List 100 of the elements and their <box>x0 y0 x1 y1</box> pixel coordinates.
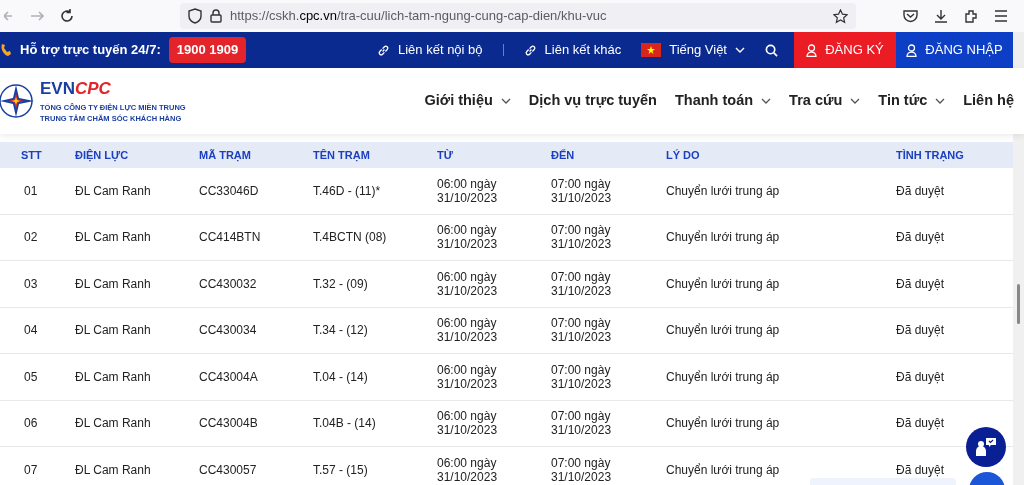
phone-icon <box>0 43 12 57</box>
table-cell-text: 07:00 ngày 31/10/2023 <box>551 176 613 205</box>
hotline-badge[interactable]: 1900 1909 <box>168 37 247 63</box>
table-cell-text: 06:00 ngày 31/10/2023 <box>437 455 499 484</box>
table-cell-text: Đã duyệt <box>896 368 945 386</box>
link-icon <box>377 43 390 57</box>
table-cell-text: ĐL Cam Ranh <box>75 415 152 433</box>
link-icon <box>523 43 537 57</box>
table-cell-text: 07 <box>23 461 39 479</box>
reload-icon[interactable] <box>60 9 74 23</box>
user-icon <box>806 43 818 57</box>
support-label: Hỗ trợ trực tuyến 24/7: <box>20 41 161 60</box>
table-cell-text: 07:00 ngày 31/10/2023 <box>551 269 613 298</box>
language-selector[interactable]: Tiếng Việt <box>641 40 745 60</box>
column-header: MÃ TRẠM <box>199 147 252 164</box>
table-cell-text: 07:00 ngày 31/10/2023 <box>551 409 613 438</box>
table-cell-text: 06:00 ngày 31/10/2023 <box>437 176 499 205</box>
logo-text: EVNCPC <box>40 78 112 99</box>
column-header: ĐIỆN LỰC <box>75 147 130 164</box>
table-cell-text: 06:00 ngày 31/10/2023 <box>437 316 499 345</box>
login-button[interactable]: ĐĂNG NHẬP <box>896 32 1013 68</box>
table-cell-text: Đã duyệt <box>896 461 945 479</box>
url-text: https://cskh.cpc.vn/tra-cuu/lich-tam-ngung-cung-cap-dien/khu-vuc <box>230 7 607 26</box>
table-cell-text: Chuyển lưới trung áp <box>666 182 781 200</box>
header-link[interactable]: Liên kết nội bộ <box>377 40 483 60</box>
table-cell-text: T.57 - (15) <box>313 461 369 479</box>
column-header: TÌNH TRẠNG <box>896 147 965 164</box>
table-cell-text: ĐL Cam Ranh <box>75 182 152 200</box>
table-cell-text: Chuyển lưới trung áp <box>666 229 781 247</box>
table-cell-text: CC43004B <box>199 415 259 433</box>
scrollbar-track <box>1013 32 1024 68</box>
chevron-down-icon <box>500 98 511 104</box>
table-cell-text: T.4BCTN (08) <box>313 229 388 247</box>
search-icon[interactable] <box>765 43 778 57</box>
table-cell-text: T.32 - (09) <box>313 275 369 293</box>
table-cell-text: Đã duyệt <box>896 182 945 200</box>
table-cell-text: 06:00 ngày 31/10/2023 <box>437 409 499 438</box>
table-cell-text: 06 <box>23 415 39 433</box>
register-button[interactable]: ĐĂNG KÝ <box>794 32 896 68</box>
table-cell-text: 01 <box>23 182 39 200</box>
nav-item[interactable]: Dịch vụ trực tuyến <box>528 90 657 112</box>
table-cell-text: CC414BTN <box>199 229 262 247</box>
table-cell-text: T.34 - (12) <box>313 322 369 340</box>
table-cell-text: 06:00 ngày 31/10/2023 <box>437 362 499 391</box>
table-cell-text: CC33046D <box>199 182 260 200</box>
header-link[interactable]: Liên kết khác <box>523 40 622 60</box>
table-cell-text: T.46D - (11)* <box>313 182 382 200</box>
table-cell-text: ĐL Cam Ranh <box>75 229 152 247</box>
address-bar[interactable]: https://cskh.cpc.vn/tra-cuu/lich-tam-ngung-cung-cap-dien/khu-vuc <box>180 3 856 29</box>
table-cell-text: Đã duyệt <box>896 322 945 340</box>
download-icon[interactable] <box>934 9 948 23</box>
chevron-down-icon <box>761 98 772 104</box>
shield-icon <box>188 8 202 24</box>
nav-item[interactable]: Thanh toán <box>674 90 772 112</box>
table-cell-text: Chuyển lưới trung áp <box>666 415 781 433</box>
table-cell-text: CC430057 <box>199 461 258 479</box>
table-cell-text: CC430032 <box>199 275 258 293</box>
lock-icon <box>210 9 222 23</box>
column-header: TÊN TRẠM <box>313 147 371 164</box>
star-icon[interactable] <box>833 8 848 24</box>
table-cell-text: 06:00 ngày 31/10/2023 <box>437 223 499 252</box>
table-cell-text: 07:00 ngày 31/10/2023 <box>551 316 613 345</box>
nav-item[interactable]: Tin tức <box>878 90 946 112</box>
table-cell-text: Chuyển lưới trung áp <box>666 322 781 340</box>
column-header: LÝ DO <box>666 147 701 163</box>
table-cell-text: Chuyển lưới trung áp <box>666 275 781 293</box>
table-cell-text: T.04B - (14) <box>313 415 377 433</box>
table-cell-text: 07:00 ngày 31/10/2023 <box>551 455 613 484</box>
column-header: TỪ <box>437 147 454 163</box>
table-cell-text: CC430034 <box>199 322 258 340</box>
table-cell-text: T.04 - (14) <box>313 368 369 386</box>
table-cell-text: 03 <box>23 275 39 293</box>
support-chat-button[interactable] <box>966 427 1006 467</box>
table-cell-text: 04 <box>23 322 39 340</box>
scrollbar-thumb[interactable] <box>1017 284 1020 324</box>
table-cell-text: Chuyển lưới trung áp <box>666 461 781 479</box>
scrollbar[interactable] <box>1013 134 1024 485</box>
support-chat-icon <box>975 436 997 458</box>
table-cell-text: Đã duyệt <box>896 275 945 293</box>
logo-star-icon <box>0 83 36 119</box>
nav-item[interactable]: Liên hệ <box>963 90 1014 112</box>
chevron-down-icon <box>735 47 745 53</box>
pocket-icon[interactable] <box>903 9 918 23</box>
table-cell-text: 06:00 ngày 31/10/2023 <box>437 269 499 298</box>
table-cell-text: Chuyển lưới trung áp <box>666 368 781 386</box>
column-header: STT <box>20 147 43 163</box>
table-cell-text: Đã duyệt <box>896 229 945 247</box>
table-cell-text: CC43004A <box>199 368 259 386</box>
table-cell-text: 02 <box>23 229 39 247</box>
user-icon <box>906 43 918 57</box>
table-cell-text: ĐL Cam Ranh <box>75 368 152 386</box>
table-cell-text: Đã duyệt <box>896 415 945 433</box>
nav-item[interactable]: Giới thiệu <box>424 90 511 112</box>
table-cell-text: 07:00 ngày 31/10/2023 <box>551 362 613 391</box>
extensions-icon[interactable] <box>964 9 978 23</box>
nav-item[interactable]: Tra cứu <box>789 90 861 112</box>
chevron-down-icon <box>935 98 946 104</box>
menu-icon[interactable] <box>994 10 1008 22</box>
chevron-down-icon <box>850 98 861 104</box>
table-cell-text: ĐL Cam Ranh <box>75 461 152 479</box>
